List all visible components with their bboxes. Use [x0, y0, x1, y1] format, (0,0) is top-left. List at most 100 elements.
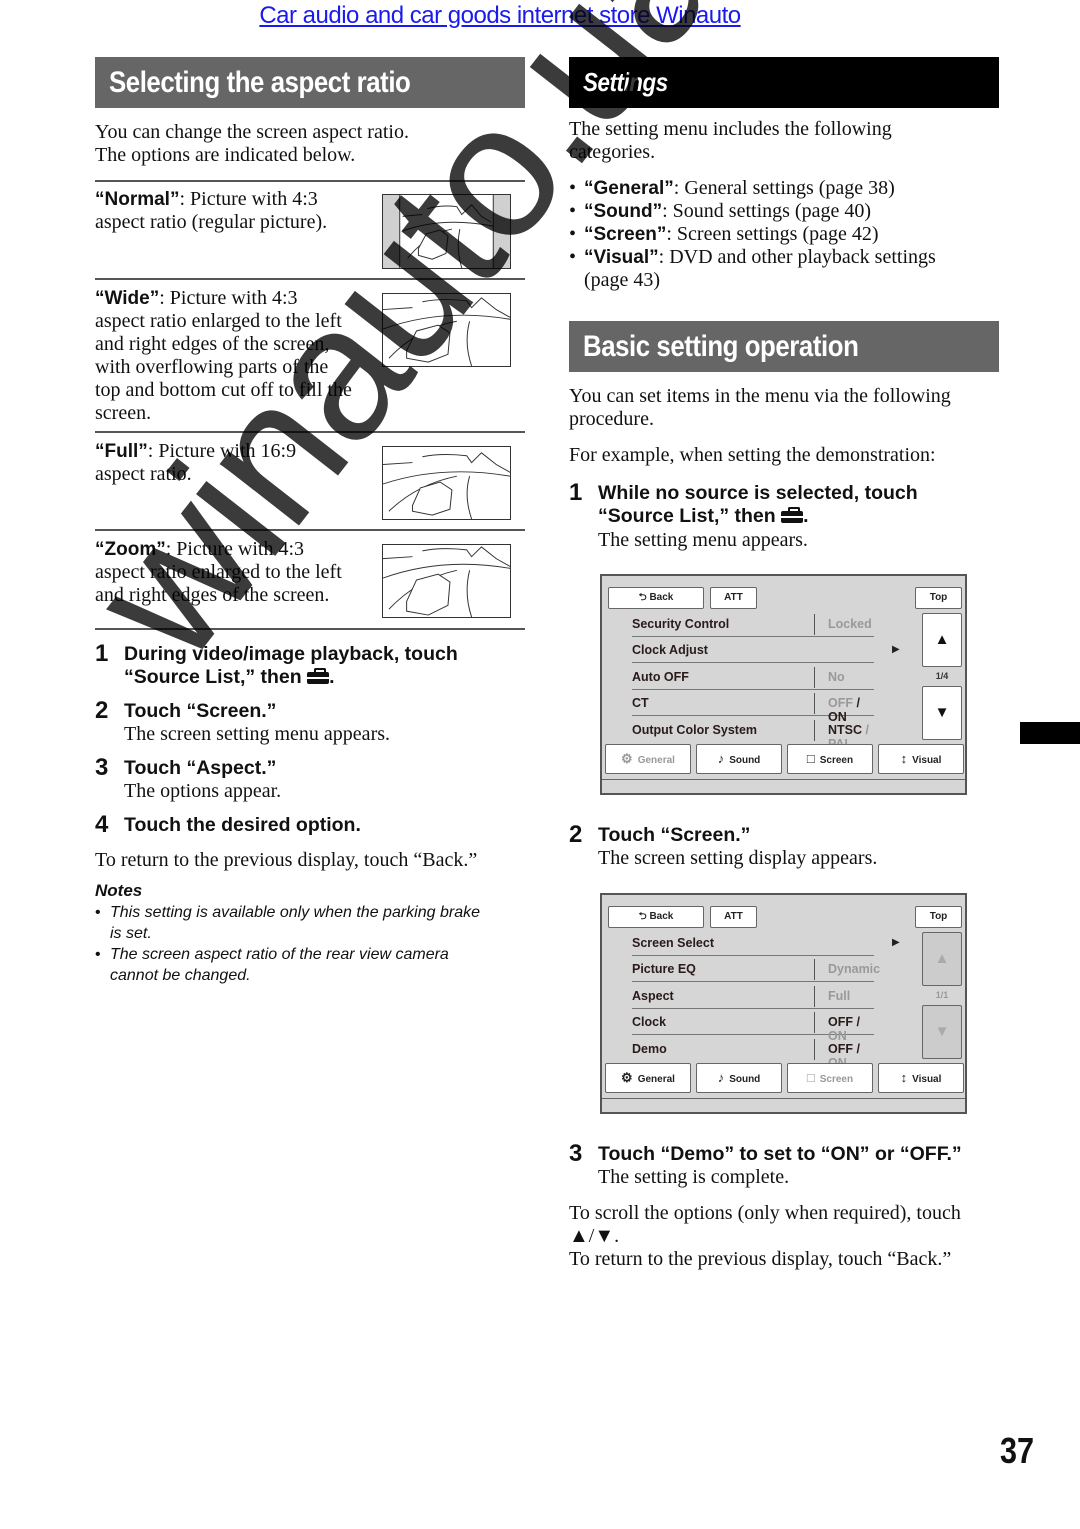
divider: [95, 180, 525, 182]
option-separator: /: [862, 723, 869, 737]
menu-row-aspect[interactable]: Aspect Full: [632, 983, 874, 1009]
music-note-icon: ♪: [717, 751, 725, 766]
menu-row-clock-adjust[interactable]: Clock Adjust: [632, 637, 874, 663]
option-name: “Zoom”: [95, 539, 166, 560]
tab-label: General: [637, 1074, 675, 1085]
menu-row-picture-eq[interactable]: Picture EQ Dynamic: [632, 956, 880, 982]
tab-screen[interactable]: □ Screen: [787, 744, 873, 774]
option-off: OFF: [828, 696, 853, 710]
page-indicator: 1/4: [935, 671, 949, 681]
menu-row-security-control[interactable]: Security Control Locked: [632, 611, 874, 637]
chapter-tab-marker: [1020, 722, 1080, 744]
option-desc: : Picture with 4:3: [165, 538, 305, 560]
normal-aspect-illustration: [382, 194, 511, 269]
row-label: Screen Select: [632, 936, 714, 950]
row-label: Output Color System: [632, 723, 758, 737]
tab-label: Sound: [729, 755, 761, 766]
att-button[interactable]: ATT: [710, 906, 757, 928]
row-value: Locked: [828, 617, 872, 631]
scroll-down-button[interactable]: ▼: [922, 1005, 962, 1059]
tab-general[interactable]: ⚙ General: [605, 744, 691, 774]
menu-row-auto-off[interactable]: Auto OFF No: [632, 664, 874, 690]
intro-line: procedure.: [569, 408, 654, 430]
menu-row-screen-select[interactable]: Screen Select: [632, 930, 874, 956]
option-desc: : Picture with 4:3: [159, 287, 298, 309]
section-header-text: Selecting the aspect ratio: [109, 66, 411, 99]
music-note-icon: ♪: [717, 1070, 725, 1085]
back-button[interactable]: ⮌ Back: [608, 906, 704, 928]
step-subtext: The screen setting menu appears.: [124, 723, 391, 745]
category-list: • “General”: General settings (page 38) •…: [569, 177, 999, 292]
notes-list: • This setting is available only when the…: [95, 902, 535, 986]
intro-line: You can change the screen aspect ratio.: [95, 121, 409, 143]
step-number: 3: [95, 754, 109, 781]
row-label: Clock Adjust: [632, 643, 708, 657]
step-title: Touch “Aspect.”: [124, 757, 277, 779]
example-text: For example, when setting the demonstrat…: [569, 444, 936, 466]
option-off: OFF: [828, 1015, 853, 1029]
section-header-text: Basic setting operation: [583, 330, 859, 363]
option-normal: “Normal”: Picture with 4:3 aspect ratio …: [95, 188, 380, 234]
settings-intro: The setting menu includes the following …: [569, 118, 892, 164]
option-desc: : Picture with 16:9: [147, 440, 297, 462]
tab-label: Screen: [819, 1074, 854, 1085]
status-bar: [602, 1098, 965, 1112]
top-button[interactable]: Top: [915, 587, 962, 609]
category-item: • “Sound”: Sound settings (page 40): [569, 200, 871, 222]
tab-general[interactable]: ⚙ General: [605, 1063, 691, 1093]
tab-label: Visual: [912, 1074, 942, 1085]
tab-sound[interactable]: ♪ Sound: [696, 1063, 782, 1093]
tab-sound[interactable]: ♪ Sound: [696, 744, 782, 774]
option-desc: aspect ratio (regular picture).: [95, 211, 328, 233]
category-desc: (page 43): [584, 269, 661, 291]
option-name: “Normal”: [95, 189, 180, 210]
section-header-aspect-ratio: Selecting the aspect ratio: [95, 57, 525, 108]
scroll-instruction: To scroll the options (only when require…: [569, 1202, 961, 1248]
tab-screen[interactable]: □ Screen: [787, 1063, 873, 1093]
category-item: • “General”: General settings (page 38): [569, 177, 895, 199]
step-subtext: The screen setting display appears.: [598, 847, 878, 869]
setting-menu-screen: ⮌ Back ATT Top Security Control Locked Cl…: [600, 574, 967, 795]
divider: [95, 431, 525, 433]
basic-intro: You can set items in the menu via the fo…: [569, 385, 951, 431]
category-name: “Screen”: [584, 224, 667, 245]
category-name: “Sound”: [584, 201, 663, 222]
category-item: • “Visual”: DVD and other playback settin…: [569, 246, 999, 292]
zoom-aspect-illustration: [382, 544, 511, 618]
note-item: • The screen aspect ratio of the rear vie…: [95, 944, 535, 986]
section-header-text: Settings: [583, 67, 668, 97]
option-wide: “Wide”: Picture with 4:3 aspect ratio en…: [95, 287, 380, 425]
scroll-up-button[interactable]: ▲: [922, 613, 962, 667]
category-desc: : Screen settings (page 42): [666, 223, 879, 245]
row-label: Auto OFF: [632, 670, 689, 684]
scroll-up-button[interactable]: ▲: [922, 932, 962, 986]
divider: [95, 628, 525, 630]
intro-line: categories.: [569, 141, 656, 163]
tab-visual[interactable]: ↕ Visual: [878, 1063, 964, 1093]
step-number: 2: [95, 697, 109, 724]
step-title: “Source List,” then: [124, 666, 302, 688]
top-button[interactable]: Top: [915, 906, 962, 928]
att-button[interactable]: ATT: [710, 587, 757, 609]
back-button[interactable]: ⮌ Back: [608, 587, 704, 609]
step-subtext: The setting is complete.: [598, 1166, 790, 1188]
menu-row-clock[interactable]: Clock OFF / ON: [632, 1009, 874, 1043]
note-item: • This setting is available only when the…: [95, 902, 535, 944]
instruction-line: To scroll the options (only when require…: [569, 1202, 961, 1224]
step-title: “Source List,” then: [598, 505, 776, 527]
row-value: Dynamic: [828, 962, 881, 976]
option-zoom: “Zoom”: Picture with 4:3 aspect ratio en…: [95, 538, 380, 607]
tab-visual[interactable]: ↕ Visual: [878, 744, 964, 774]
screen-setting-display: ⮌ Back ATT Top Screen Select ▶ Picture E…: [600, 893, 967, 1114]
section-header-basic-operation: Basic setting operation: [569, 321, 999, 372]
menu-row-demo[interactable]: DemoOFF / ON: [632, 1036, 874, 1070]
menu-row-ct[interactable]: CT OFF / ON: [632, 690, 874, 724]
option-desc: aspect ratio enlarged to the left: [95, 561, 342, 583]
category-desc: : Sound settings (page 40): [662, 200, 871, 222]
option-desc: top and bottom cut off to fill the: [95, 379, 352, 401]
step-number: 1: [569, 479, 583, 506]
store-link[interactable]: Car audio and car goods internet store W…: [0, 2, 1000, 30]
scroll-down-button[interactable]: ▼: [922, 686, 962, 740]
menu-row-output-color-system[interactable]: Output Color SystemNTSC / PAL: [632, 717, 874, 751]
sliders-icon: ↕: [900, 751, 908, 766]
